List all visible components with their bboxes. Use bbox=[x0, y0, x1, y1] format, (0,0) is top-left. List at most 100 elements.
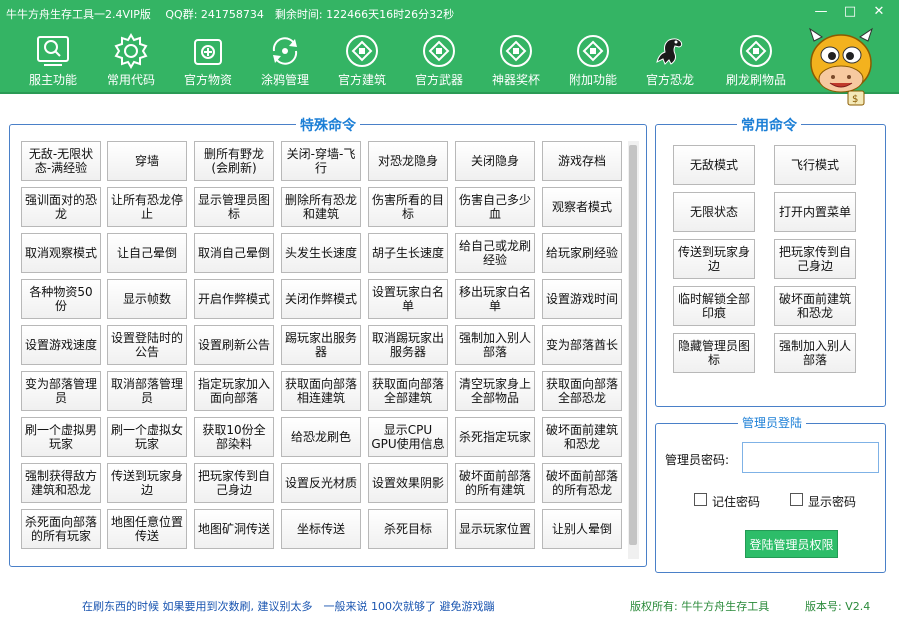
special-command-button[interactable]: 获取10份全部染料 bbox=[194, 417, 274, 457]
special-command-button[interactable]: 开启作弊模式 bbox=[194, 279, 274, 319]
special-command-button[interactable]: 刷一个虚拟女玩家 bbox=[107, 417, 187, 457]
special-command-button[interactable]: 伤害所看的目标 bbox=[368, 187, 448, 227]
remember-password-checkbox[interactable] bbox=[694, 493, 707, 506]
special-command-button[interactable]: 设置游戏时间 bbox=[542, 279, 622, 319]
tool-official-buildings[interactable]: 官方建筑 bbox=[324, 30, 400, 90]
tool-official-dinosaurs[interactable]: 官方恐龙 bbox=[632, 30, 708, 90]
coin-icon bbox=[346, 35, 378, 67]
special-command-button[interactable]: 关闭-穿墙-飞行 bbox=[281, 141, 361, 181]
common-command-button[interactable]: 临时解锁全部印痕 bbox=[673, 286, 755, 326]
password-input[interactable] bbox=[742, 442, 879, 473]
window-title: 牛牛方舟生存工具一2.4VIP版 QQ群: 241758734 剩余时间: 12… bbox=[6, 8, 455, 21]
special-command-button[interactable]: 地图任意位置传送 bbox=[107, 509, 187, 549]
special-command-button[interactable]: 对恐龙隐身 bbox=[368, 141, 448, 181]
special-command-button[interactable]: 清空玩家身上全部物品 bbox=[455, 371, 535, 411]
special-command-button[interactable]: 让所有恐龙停止 bbox=[107, 187, 187, 227]
remember-password-label: 记住密码 bbox=[712, 495, 761, 509]
scrollbar-thumb[interactable] bbox=[629, 145, 637, 545]
special-command-button[interactable]: 获取面向部落全部恐龙 bbox=[542, 371, 622, 411]
special-command-button[interactable]: 观察者模式 bbox=[542, 187, 622, 227]
special-command-button[interactable]: 设置反光材质 bbox=[281, 463, 361, 503]
common-command-button[interactable]: 飞行模式 bbox=[774, 145, 856, 185]
special-command-button[interactable]: 移出玩家白名单 bbox=[455, 279, 535, 319]
admin-login-button[interactable]: 登陆管理员权限 bbox=[745, 530, 838, 558]
coin-icon bbox=[423, 35, 455, 67]
special-command-button[interactable]: 给恐龙刷色 bbox=[281, 417, 361, 457]
special-command-button[interactable]: 显示CPU GPU使用信息 bbox=[368, 417, 448, 457]
special-command-button[interactable]: 传送到玩家身边 bbox=[107, 463, 187, 503]
special-command-button[interactable]: 设置效果阴影 bbox=[368, 463, 448, 503]
special-command-button[interactable]: 变为部落酋长 bbox=[542, 325, 622, 365]
special-command-button[interactable]: 破坏面前建筑和恐龙 bbox=[542, 417, 622, 457]
special-command-button[interactable]: 取消自己晕倒 bbox=[194, 233, 274, 273]
common-command-button[interactable]: 隐藏管理员图标 bbox=[673, 333, 755, 373]
special-command-button[interactable]: 游戏存档 bbox=[542, 141, 622, 181]
special-command-button[interactable]: 坐标传送 bbox=[281, 509, 361, 549]
special-command-button[interactable]: 删所有野龙(会刷新) bbox=[194, 141, 274, 181]
special-command-button[interactable]: 给自己或龙刷经验 bbox=[455, 233, 535, 273]
special-command-button[interactable]: 破坏面前部落的所有恐龙 bbox=[542, 463, 622, 503]
tool-official-weapons[interactable]: 官方武器 bbox=[401, 30, 477, 90]
tool-server-functions[interactable]: 服主功能 bbox=[15, 30, 91, 90]
special-command-button[interactable]: 显示帧数 bbox=[107, 279, 187, 319]
special-command-button[interactable]: 胡子生长速度 bbox=[368, 233, 448, 273]
special-command-button[interactable]: 穿墙 bbox=[107, 141, 187, 181]
common-commands-title: 常用命令 bbox=[737, 115, 801, 135]
special-command-button[interactable]: 关闭作弊模式 bbox=[281, 279, 361, 319]
special-command-button[interactable]: 指定玩家加入面向部落 bbox=[194, 371, 274, 411]
common-command-button[interactable]: 把玩家传到自己身边 bbox=[774, 239, 856, 279]
special-command-button[interactable]: 关闭隐身 bbox=[455, 141, 535, 181]
minimize-button[interactable]: — bbox=[808, 2, 834, 24]
special-command-button[interactable]: 给玩家刷经验 bbox=[542, 233, 622, 273]
tool-graffiti-management[interactable]: 涂鸦管理 bbox=[247, 30, 323, 90]
special-command-button[interactable]: 刷一个虚拟男玩家 bbox=[21, 417, 101, 457]
special-command-button[interactable]: 把玩家传到自己身边 bbox=[194, 463, 274, 503]
special-command-button[interactable]: 删除所有恐龙和建筑 bbox=[281, 187, 361, 227]
special-command-button[interactable]: 取消踢玩家出服务器 bbox=[368, 325, 448, 365]
common-command-button[interactable]: 打开内置菜单 bbox=[774, 192, 856, 232]
close-button[interactable]: ✕ bbox=[866, 2, 892, 24]
special-command-button[interactable]: 无敌-无限状态-满经验 bbox=[21, 141, 101, 181]
common-command-button[interactable]: 破坏面前建筑和恐龙 bbox=[774, 286, 856, 326]
tool-spawn-dinos-items[interactable]: 刷龙刷物品 bbox=[718, 30, 794, 90]
tool-official-items[interactable]: 官方物资 bbox=[170, 30, 246, 90]
special-command-button[interactable]: 强制加入别人部落 bbox=[455, 325, 535, 365]
special-command-button[interactable]: 显示管理员图标 bbox=[194, 187, 274, 227]
special-command-button[interactable]: 踢玩家出服务器 bbox=[281, 325, 361, 365]
tool-extra-functions[interactable]: 附加功能 bbox=[555, 30, 631, 90]
special-command-button[interactable]: 设置玩家白名单 bbox=[368, 279, 448, 319]
common-command-button[interactable]: 传送到玩家身边 bbox=[673, 239, 755, 279]
special-command-button[interactable]: 让自己晕倒 bbox=[107, 233, 187, 273]
common-command-button[interactable]: 无限状态 bbox=[673, 192, 755, 232]
coin-icon bbox=[500, 35, 532, 67]
special-command-button[interactable]: 强制获得敌方建筑和恐龙 bbox=[21, 463, 101, 503]
tool-label: 神器奖杯 bbox=[491, 73, 540, 87]
special-command-button[interactable]: 伤害自己多少血 bbox=[455, 187, 535, 227]
special-command-button[interactable]: 各种物资50份 bbox=[21, 279, 101, 319]
special-command-button[interactable]: 杀死目标 bbox=[368, 509, 448, 549]
special-command-button[interactable]: 变为部落管理员 bbox=[21, 371, 101, 411]
special-command-button[interactable]: 显示玩家位置 bbox=[455, 509, 535, 549]
tool-common-codes[interactable]: 常用代码 bbox=[93, 30, 169, 90]
show-password-checkbox[interactable] bbox=[790, 493, 803, 506]
tool-artifacts-trophies[interactable]: 神器奖杯 bbox=[478, 30, 554, 90]
special-command-button[interactable]: 破坏面前部落的所有建筑 bbox=[455, 463, 535, 503]
special-command-button[interactable]: 地图矿洞传送 bbox=[194, 509, 274, 549]
special-command-button[interactable]: 杀死指定玩家 bbox=[455, 417, 535, 457]
special-command-button[interactable]: 头发生长速度 bbox=[281, 233, 361, 273]
maximize-button[interactable]: □ bbox=[837, 2, 863, 24]
common-command-button[interactable]: 无敌模式 bbox=[673, 145, 755, 185]
special-command-button[interactable]: 取消观察模式 bbox=[21, 233, 101, 273]
special-command-button[interactable]: 让别人晕倒 bbox=[542, 509, 622, 549]
special-command-button[interactable]: 获取面向部落全部建筑 bbox=[368, 371, 448, 411]
special-command-button[interactable]: 设置游戏速度 bbox=[21, 325, 101, 365]
special-command-button[interactable]: 强训面对的恐龙 bbox=[21, 187, 101, 227]
special-commands-title: 特殊命令 bbox=[296, 115, 360, 135]
special-command-button[interactable]: 设置刷新公告 bbox=[194, 325, 274, 365]
special-command-button[interactable]: 设置登陆时的公告 bbox=[107, 325, 187, 365]
special-command-button[interactable]: 杀死面向部落的所有玩家 bbox=[21, 509, 101, 549]
special-command-button[interactable]: 取消部落管理员 bbox=[107, 371, 187, 411]
special-commands-scrollbar[interactable] bbox=[628, 141, 639, 559]
special-command-button[interactable]: 获取面向部落相连建筑 bbox=[281, 371, 361, 411]
common-command-button[interactable]: 强制加入别人部落 bbox=[774, 333, 856, 373]
